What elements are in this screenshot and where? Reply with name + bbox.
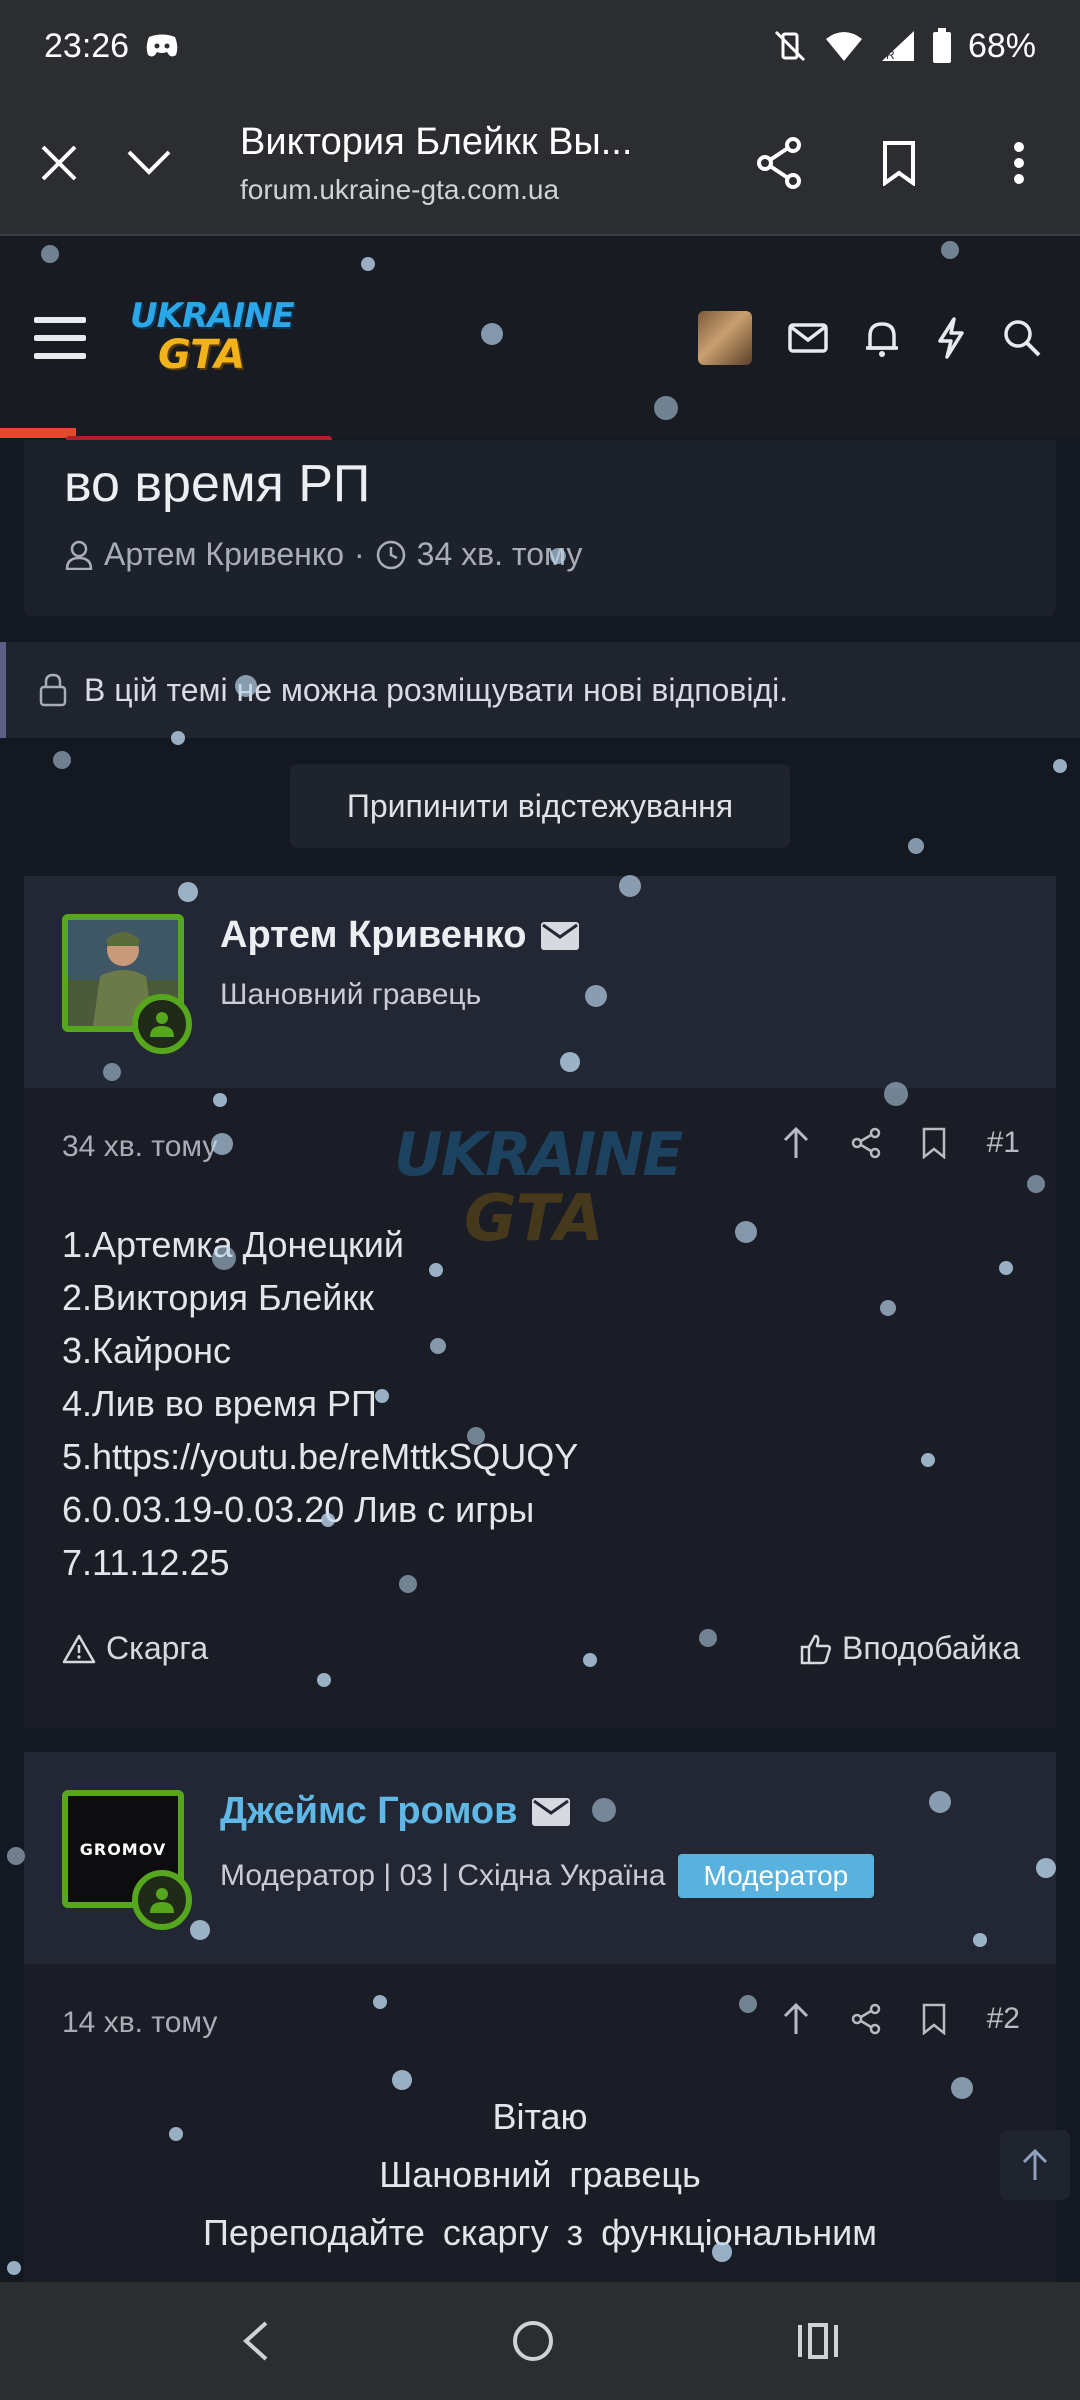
bookmark-icon[interactable] — [921, 1127, 947, 1159]
thread-header: во время РП Артем Кривенко · 34 хв. тому — [24, 440, 1056, 616]
unwatch-button[interactable]: Припинити відстежування — [290, 764, 790, 848]
post-1-footer: Скарга Вподобайка — [62, 1630, 1020, 1667]
post-1-number[interactable]: #1 — [987, 1126, 1020, 1160]
bookmark-icon[interactable] — [854, 118, 944, 208]
post-2-body: 14 хв. тому #2 Вітаю Шановний гравець Пе… — [24, 1964, 1056, 2282]
mail-icon[interactable] — [531, 1797, 570, 1826]
snowflake — [7, 2261, 21, 2275]
thread-meta: Артем Кривенко · 34 хв. тому — [64, 536, 582, 573]
browser-toolbar: Виктория Блейкк Вы... forum.ukraine-gta.… — [0, 92, 1080, 236]
screen: 23:26 R 68% Виктория Блейкк Вы... forum.… — [0, 0, 1080, 2400]
content-line: Вітаю — [492, 2096, 588, 2137]
snowflake — [1053, 759, 1067, 773]
post-2-actions: #2 — [781, 2002, 1020, 2036]
page-load-progress — [0, 428, 76, 438]
post-2-user-title: Модератор | 03 | Східна Україна Модерато… — [220, 1854, 875, 1898]
search-icon[interactable] — [1002, 318, 1042, 358]
warning-icon — [62, 1634, 96, 1663]
bell-icon[interactable] — [864, 318, 900, 358]
lock-icon — [39, 673, 67, 707]
upvote-icon[interactable] — [781, 2002, 811, 2036]
content-link[interactable]: 5.https://youtu.be/reMttkSQUQY — [62, 1430, 578, 1483]
status-bar: 23:26 R 68% — [0, 0, 1080, 92]
post-1-actions: #1 — [781, 1126, 1020, 1160]
content-line: 4.Лив во время РП — [62, 1383, 377, 1424]
user-icon — [65, 540, 93, 570]
post-2-number[interactable]: #2 — [987, 2002, 1020, 2036]
content-line: 7.11.12.25 — [62, 1542, 230, 1583]
post-1-time[interactable]: 34 хв. тому — [62, 1130, 217, 1164]
post-2-time[interactable]: 14 хв. тому — [62, 2006, 217, 2040]
scroll-to-top-button[interactable] — [1000, 2130, 1070, 2200]
upvote-icon[interactable] — [781, 1126, 811, 1160]
share-icon[interactable] — [851, 1127, 881, 1159]
mail-icon[interactable] — [540, 921, 579, 950]
hamburger-menu-icon[interactable] — [30, 313, 90, 363]
back-icon[interactable] — [240, 2319, 270, 2363]
site-watermark-logo: UKRAINE GTA — [394, 1120, 683, 1256]
site-logo[interactable]: UKRAINE GTA — [130, 288, 295, 388]
thumbs-up-icon — [800, 1634, 832, 1664]
system-nav-bar — [0, 2282, 1080, 2400]
thread-title: во время РП — [64, 455, 371, 513]
post-1-user-title: Шановний гравець — [220, 978, 482, 1011]
more-menu-icon[interactable] — [974, 118, 1064, 208]
snowflake — [7, 1847, 25, 1865]
status-icons: R 68% — [772, 27, 1036, 66]
vibrate-mute-icon — [774, 30, 805, 62]
post-1-username-row: Артем Кривенко — [220, 914, 579, 957]
locked-notice: В цій темі не можна розміщувати нові від… — [0, 642, 1080, 738]
user-avatar[interactable] — [698, 311, 752, 365]
svg-text:R: R — [886, 48, 895, 62]
signal-icon: R — [881, 31, 914, 62]
site-header: UKRAINE GTA — [0, 238, 1080, 438]
page-title-block[interactable]: Виктория Блейкк Вы... forum.ukraine-gta.… — [240, 121, 670, 206]
like-button[interactable]: Вподобайка — [800, 1630, 1020, 1667]
chevron-down-icon[interactable] — [104, 118, 194, 208]
report-button[interactable]: Скарга — [62, 1630, 208, 1667]
wifi-icon — [825, 32, 862, 61]
snowflake — [53, 751, 71, 769]
snowflake — [908, 838, 924, 854]
post-1-username[interactable]: Артем Кривенко — [220, 914, 527, 957]
moderator-badge: Модератор — [677, 1854, 875, 1898]
post-2-username[interactable]: Джеймс Громов — [220, 1790, 518, 1833]
online-status-icon — [132, 1870, 192, 1930]
page-url: forum.ukraine-gta.com.ua — [240, 173, 560, 205]
close-icon[interactable] — [14, 118, 104, 208]
content-line: Переподайте скаргу з функціональним — [202, 2212, 878, 2253]
share-icon[interactable] — [851, 2003, 881, 2035]
arrow-up-icon — [1022, 2148, 1048, 2180]
thread-author[interactable]: Артем Кривенко — [104, 536, 344, 573]
recents-icon[interactable] — [796, 2321, 840, 2361]
post-2-username-row: Джеймс Громов — [220, 1790, 570, 1833]
content-line: 3.Кайронс — [62, 1330, 232, 1371]
locked-text: В цій темі не можна розміщувати нові від… — [84, 671, 789, 708]
battery-percent: 68% — [967, 26, 1036, 65]
lightning-icon[interactable] — [936, 317, 966, 359]
post-2-content: Вітаю Шановний гравець Переподайте скарг… — [24, 2088, 1056, 2262]
thread-time[interactable]: 34 хв. тому — [417, 536, 583, 573]
content-line: 6.0.03.19-0.03.20 Лив с игры — [62, 1489, 535, 1530]
share-icon[interactable] — [734, 118, 824, 208]
post-1-user-block: Артем Кривенко Шановний гравець — [24, 876, 1056, 1118]
clock-icon — [376, 540, 405, 569]
page-title: Виктория Блейкк Вы... — [240, 120, 633, 163]
battery-icon — [932, 28, 951, 63]
content-line: Шановний гравець — [379, 2154, 701, 2195]
discord-icon — [146, 34, 178, 57]
home-icon[interactable] — [511, 2319, 555, 2363]
bookmark-icon[interactable] — [921, 2003, 947, 2035]
online-status-icon — [132, 994, 192, 1054]
post-2-user-block: GROMOV Джеймс Громов Модератор | 03 | Сх… — [24, 1752, 1056, 1994]
mail-icon[interactable] — [788, 323, 828, 353]
status-time: 23:26 — [44, 26, 130, 65]
